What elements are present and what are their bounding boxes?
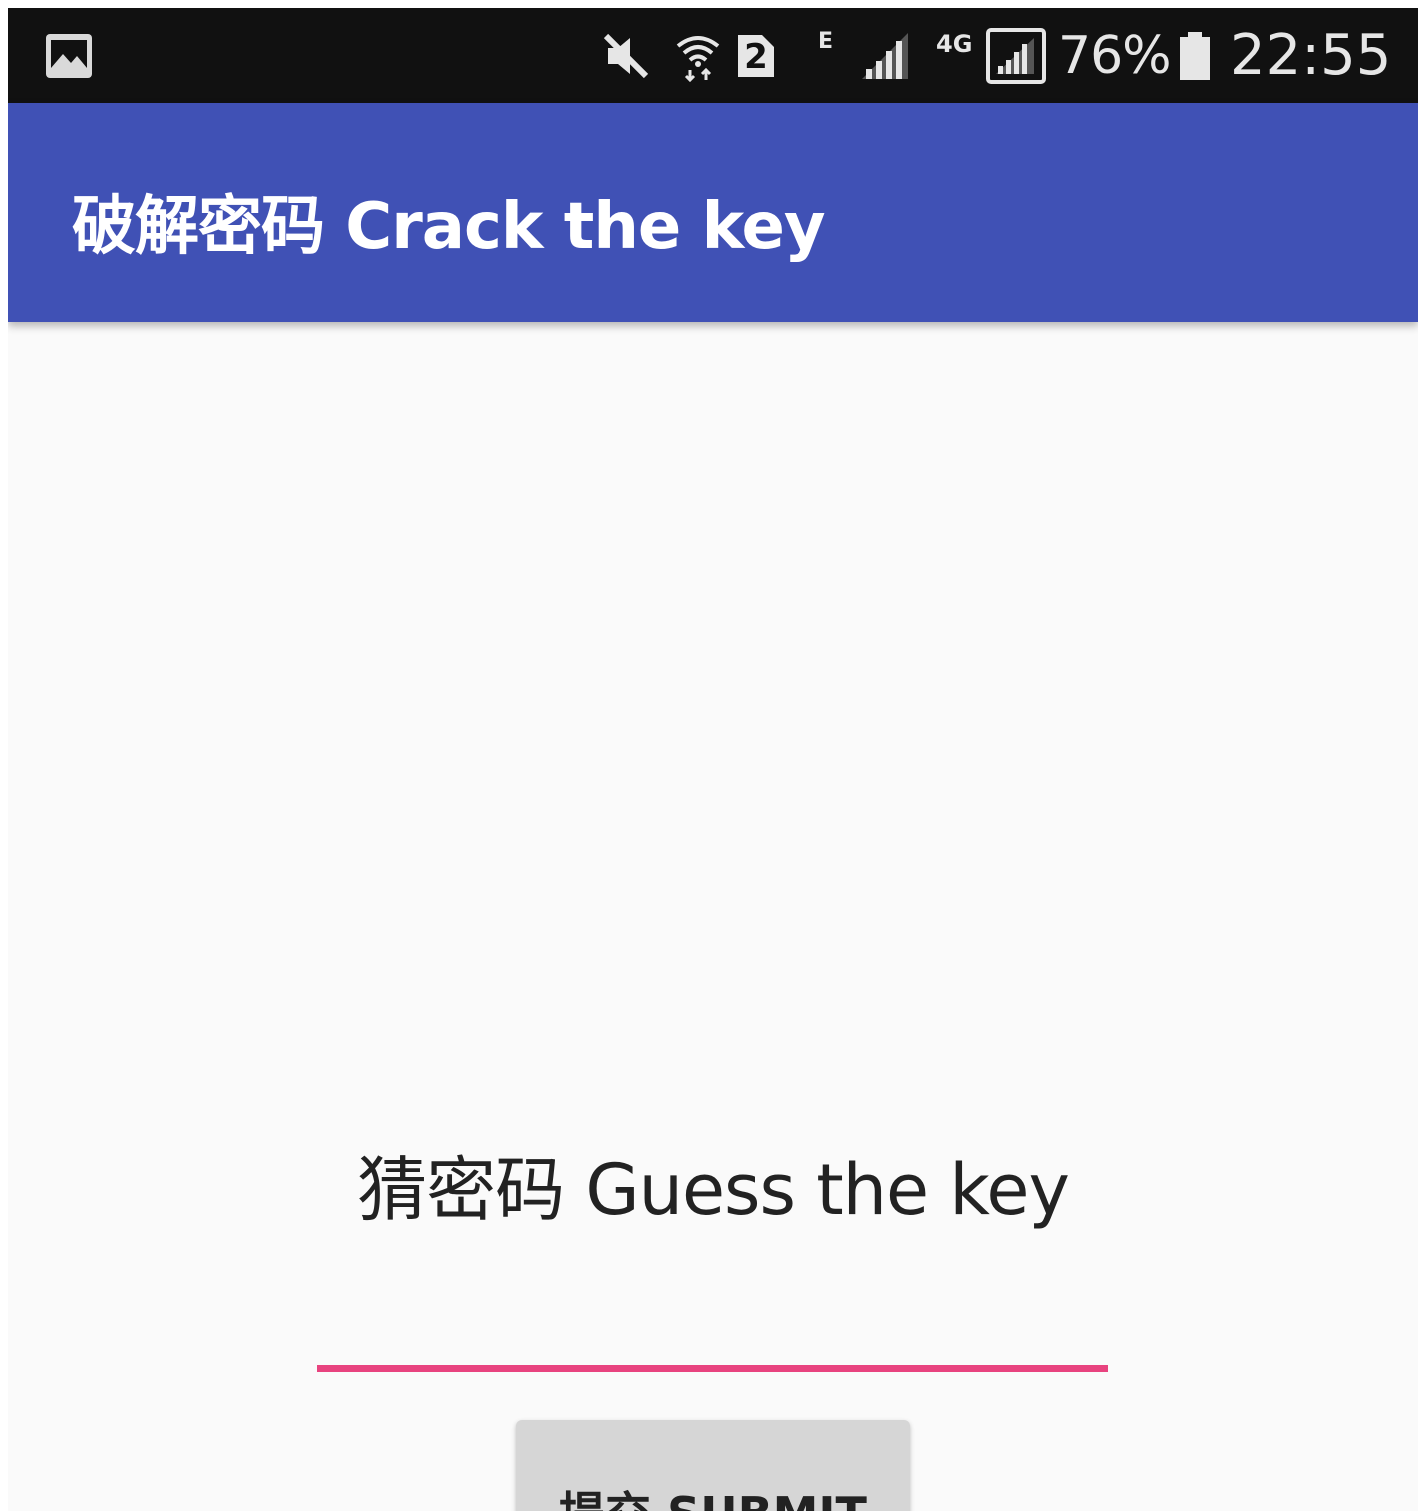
status-bar: 2 E 4G 76% 22:55 xyxy=(8,8,1418,103)
sim-2-icon: 2 xyxy=(734,8,776,103)
submit-button-label: 提交 SUBMIT xyxy=(559,1478,867,1511)
clock: 22:55 xyxy=(1230,8,1391,103)
battery-percent: 76% xyxy=(1058,8,1172,103)
signal-icon xyxy=(860,8,912,103)
sim-number: 2 xyxy=(744,36,768,77)
key-input[interactable] xyxy=(317,1282,1108,1372)
network-type-4g-label: 4G xyxy=(936,29,973,58)
battery-icon xyxy=(1178,8,1212,103)
clock-time: 22:55 xyxy=(1230,23,1392,88)
phone-screen: 2 E 4G 76% 22:55 破解密码 Crack the key 猜密码 … xyxy=(8,8,1418,1511)
mute-icon xyxy=(600,8,652,103)
app-bar: 破解密码 Crack the key xyxy=(8,103,1418,322)
battery-percent-label: 76% xyxy=(1058,25,1172,86)
wifi-icon xyxy=(674,8,722,103)
guess-prompt: 猜密码 Guess the key xyxy=(357,1149,1070,1231)
network-type-e-label: E xyxy=(818,29,834,54)
main-content: 猜密码 Guess the key 提交 SUBMIT xyxy=(8,322,1418,1511)
gallery-icon xyxy=(44,8,94,103)
network-type-e: E xyxy=(818,8,833,103)
submit-button[interactable]: 提交 SUBMIT xyxy=(516,1420,910,1511)
app-title: 破解密码 Crack the key xyxy=(72,190,826,264)
signal-4g-icon xyxy=(986,8,1046,103)
network-type-4g: 4G xyxy=(936,8,972,103)
